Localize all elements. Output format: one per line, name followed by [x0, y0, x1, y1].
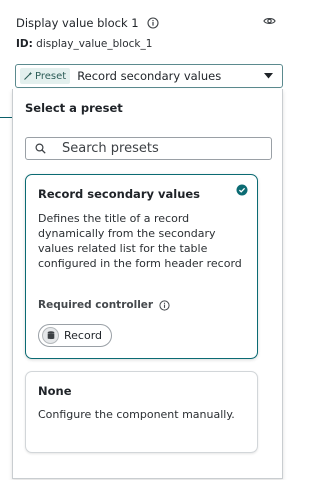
- search-input[interactable]: Search presets: [25, 137, 272, 160]
- preset-chip: Preset: [20, 68, 71, 84]
- preset-card-none[interactable]: None Configure the component manually.: [25, 371, 258, 453]
- required-controller-label: Required controller: [38, 299, 154, 311]
- check-circle-icon: [236, 184, 248, 196]
- wand-icon: [24, 71, 33, 80]
- database-icon-wrap: [42, 327, 59, 344]
- preset-dropdown: Select a preset Search presets Record se…: [12, 89, 283, 479]
- component-header: Display value block 1 ID: display_value_…: [16, 14, 278, 50]
- preset-card-record-secondary-values[interactable]: Record secondary values Defines the titl…: [25, 174, 258, 359]
- search-placeholder: Search presets: [62, 141, 159, 156]
- component-id: ID: display_value_block_1: [16, 38, 278, 50]
- card-description: Configure the component manually.: [38, 408, 235, 421]
- controller-chip-label: Record: [64, 329, 103, 342]
- title-row: Display value block 1: [16, 14, 278, 32]
- caret-down-icon[interactable]: [264, 73, 273, 79]
- database-icon: [47, 331, 54, 340]
- info-icon[interactable]: [159, 299, 170, 311]
- controller-chip-record: Record: [38, 324, 113, 347]
- id-value: display_value_block_1: [36, 38, 153, 50]
- select-value: Record secondary values: [77, 69, 222, 83]
- card-description: Defines the title of a record dynamicall…: [38, 212, 242, 270]
- panel-edge-accent: [0, 117, 12, 118]
- preset-select[interactable]: Preset Record secondary values: [15, 64, 283, 88]
- card-title: Record secondary values: [38, 187, 201, 201]
- dropdown-title: Select a preset: [25, 101, 123, 115]
- id-label: ID:: [16, 38, 33, 50]
- required-controller-row: Required controller: [38, 299, 170, 311]
- component-title: Display value block 1: [16, 16, 139, 30]
- card-title: None: [38, 384, 72, 398]
- eye-icon[interactable]: [263, 16, 276, 26]
- preset-chip-label: Preset: [35, 70, 67, 82]
- search-icon: [35, 143, 46, 154]
- info-icon[interactable]: [147, 17, 159, 29]
